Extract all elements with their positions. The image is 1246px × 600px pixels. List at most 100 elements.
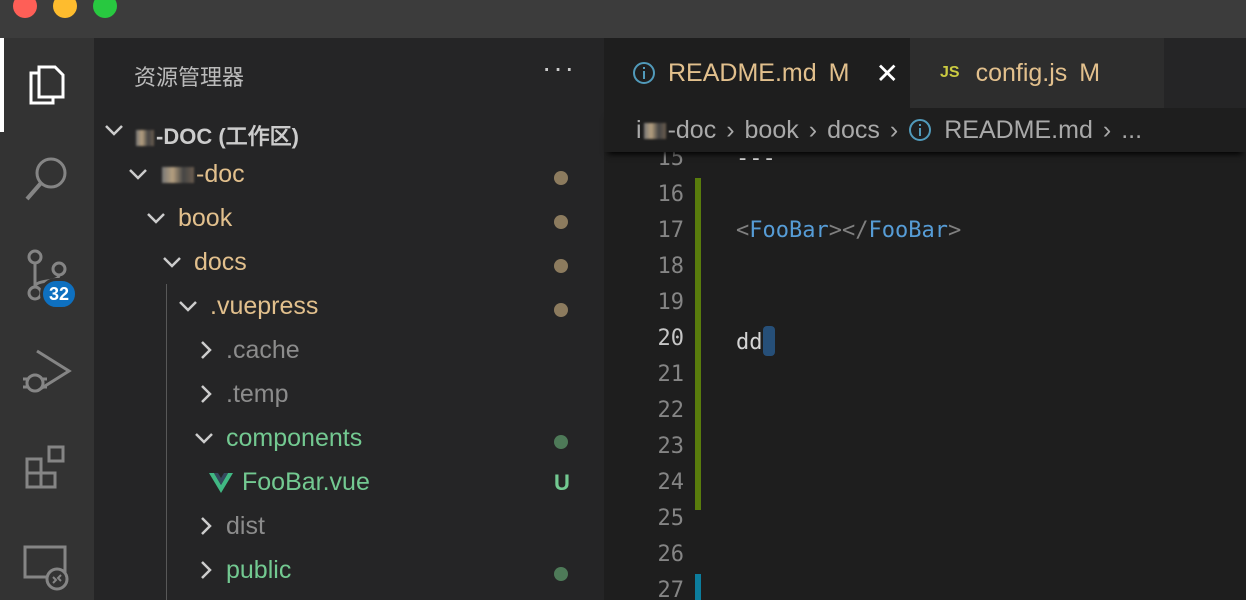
line-number: 25 <box>657 506 685 531</box>
breadcrumb: i -doc › book › docs › README.md › ... <box>604 108 1246 152</box>
chevron-down-icon <box>195 433 213 444</box>
line-number: 16 <box>657 182 685 207</box>
title-bar <box>0 0 1246 38</box>
more-actions-button[interactable]: ··· <box>542 52 576 84</box>
chevron-down-icon <box>105 125 123 136</box>
code-line: 26 <box>604 538 1246 574</box>
info-icon <box>633 62 655 84</box>
tree-folder[interactable]: .cache <box>94 330 604 374</box>
tab-label: config.js <box>975 58 1068 87</box>
chevron-down-icon <box>163 257 181 268</box>
tree-item-label: book <box>178 204 233 232</box>
tab-readme[interactable]: README.md M ✕ <box>604 38 910 108</box>
tree-folder[interactable]: -doc <box>94 154 604 198</box>
activity-explorer[interactable] <box>0 38 94 132</box>
code-line: 24 <box>604 466 1246 502</box>
breadcrumb-item[interactable]: i -doc <box>636 116 716 145</box>
line-number: 17 <box>657 218 685 243</box>
breadcrumb-item[interactable]: docs <box>827 116 880 145</box>
tab-label: README.md <box>668 58 817 87</box>
code-line: 18 <box>604 250 1246 286</box>
activity-search[interactable] <box>0 134 94 224</box>
tree-item-label: components <box>226 424 363 452</box>
untracked-badge: U <box>554 470 570 495</box>
tree-file[interactable]: FooBar.vue U <box>94 462 604 506</box>
activity-remote-explorer[interactable] <box>0 522 94 600</box>
run-debug-icon <box>23 349 72 393</box>
line-number: 26 <box>657 542 685 567</box>
code-line-current: 20 dd <box>604 322 1246 358</box>
editor-tabs: README.md M ✕ JS config.js M <box>604 38 1246 108</box>
remote-explorer-icon <box>23 545 69 591</box>
activity-bar: 32 <box>0 38 94 600</box>
code-line: 17 <FooBar></FooBar> <box>604 214 1246 250</box>
sidebar-title: 资源管理器 <box>134 65 245 90</box>
chevron-down-icon <box>179 301 197 312</box>
breadcrumb-item[interactable]: book <box>745 116 799 145</box>
tree-folder[interactable]: .vuepress <box>94 286 604 330</box>
chevron-down-icon <box>129 169 147 180</box>
code-line: 27 <box>604 574 1246 600</box>
close-icon[interactable]: ✕ <box>875 57 898 90</box>
modified-badge: M <box>828 58 850 87</box>
line-number: 21 <box>657 362 685 387</box>
workspace-label: -DOC (工作区) <box>156 124 299 149</box>
tree-item-label: FooBar.vue <box>242 468 370 496</box>
breadcrumb-item[interactable]: ... <box>1121 116 1142 145</box>
tree-item-label: dist <box>226 512 265 540</box>
code-line: 22 <box>604 394 1246 430</box>
redacted-text <box>162 167 194 184</box>
modified-badge: M <box>1079 58 1101 87</box>
chevron-right-icon <box>201 341 212 359</box>
code-editor[interactable]: 15 --- 16 17 <FooBar></FooBar> 18 19 20 … <box>604 146 1246 600</box>
explorer-sidebar: 资源管理器 ··· -DOC (工作区) -doc book docs .vue… <box>94 38 604 600</box>
source-control-badge: 32 <box>40 278 78 310</box>
code-line: 21 <box>604 358 1246 394</box>
search-icon <box>25 157 67 201</box>
window-close-button[interactable] <box>13 0 37 18</box>
redacted-text <box>136 130 154 147</box>
line-number: 22 <box>657 398 685 423</box>
tree-item-label: public <box>226 556 292 584</box>
line-number: 24 <box>657 470 685 495</box>
modified-dot <box>554 303 568 317</box>
tree-item-label: .cache <box>226 336 300 364</box>
tree-folder[interactable]: book <box>94 198 604 242</box>
modified-dot <box>554 215 568 229</box>
chevron-right-icon <box>201 561 212 579</box>
chevron-right-icon: › <box>808 115 818 144</box>
info-icon <box>909 119 932 141</box>
untracked-dot <box>554 435 568 449</box>
tree-item-label: docs <box>194 248 247 276</box>
line-number: 18 <box>657 254 685 279</box>
code-line: 25 <box>604 502 1246 538</box>
window-zoom-button[interactable] <box>93 0 117 18</box>
window-minimize-button[interactable] <box>53 0 77 18</box>
tree-folder[interactable]: .temp <box>94 374 604 418</box>
code-text: <FooBar></FooBar> <box>736 218 962 243</box>
tree-item-label: .temp <box>226 380 289 408</box>
chevron-right-icon: › <box>889 115 899 144</box>
tab-config[interactable]: JS config.js M <box>910 38 1164 108</box>
activity-run-debug[interactable] <box>0 326 94 416</box>
code-text: dd <box>736 330 763 355</box>
code-line: 16 <box>604 178 1246 214</box>
chevron-right-icon: › <box>726 115 735 144</box>
untracked-dot <box>554 567 568 581</box>
tree-folder[interactable]: dist <box>94 506 604 550</box>
tree-folder[interactable]: components <box>94 418 604 462</box>
modified-dot <box>554 171 568 185</box>
line-number: 19 <box>657 290 685 315</box>
tree-item-label: .vuepress <box>210 292 319 320</box>
vue-file-icon <box>209 473 233 493</box>
chevron-right-icon <box>201 517 212 535</box>
tree-item-label: -doc <box>196 160 245 188</box>
breadcrumb-item[interactable]: README.md <box>944 116 1093 145</box>
line-number: 20 <box>657 326 685 351</box>
workspace-root[interactable]: -DOC (工作区) <box>94 110 604 154</box>
tree-folder[interactable]: public <box>94 550 604 594</box>
activity-extensions[interactable] <box>0 422 94 512</box>
tree-folder[interactable]: docs <box>94 242 604 286</box>
explorer-icon <box>29 65 65 105</box>
text-cursor <box>762 326 775 356</box>
